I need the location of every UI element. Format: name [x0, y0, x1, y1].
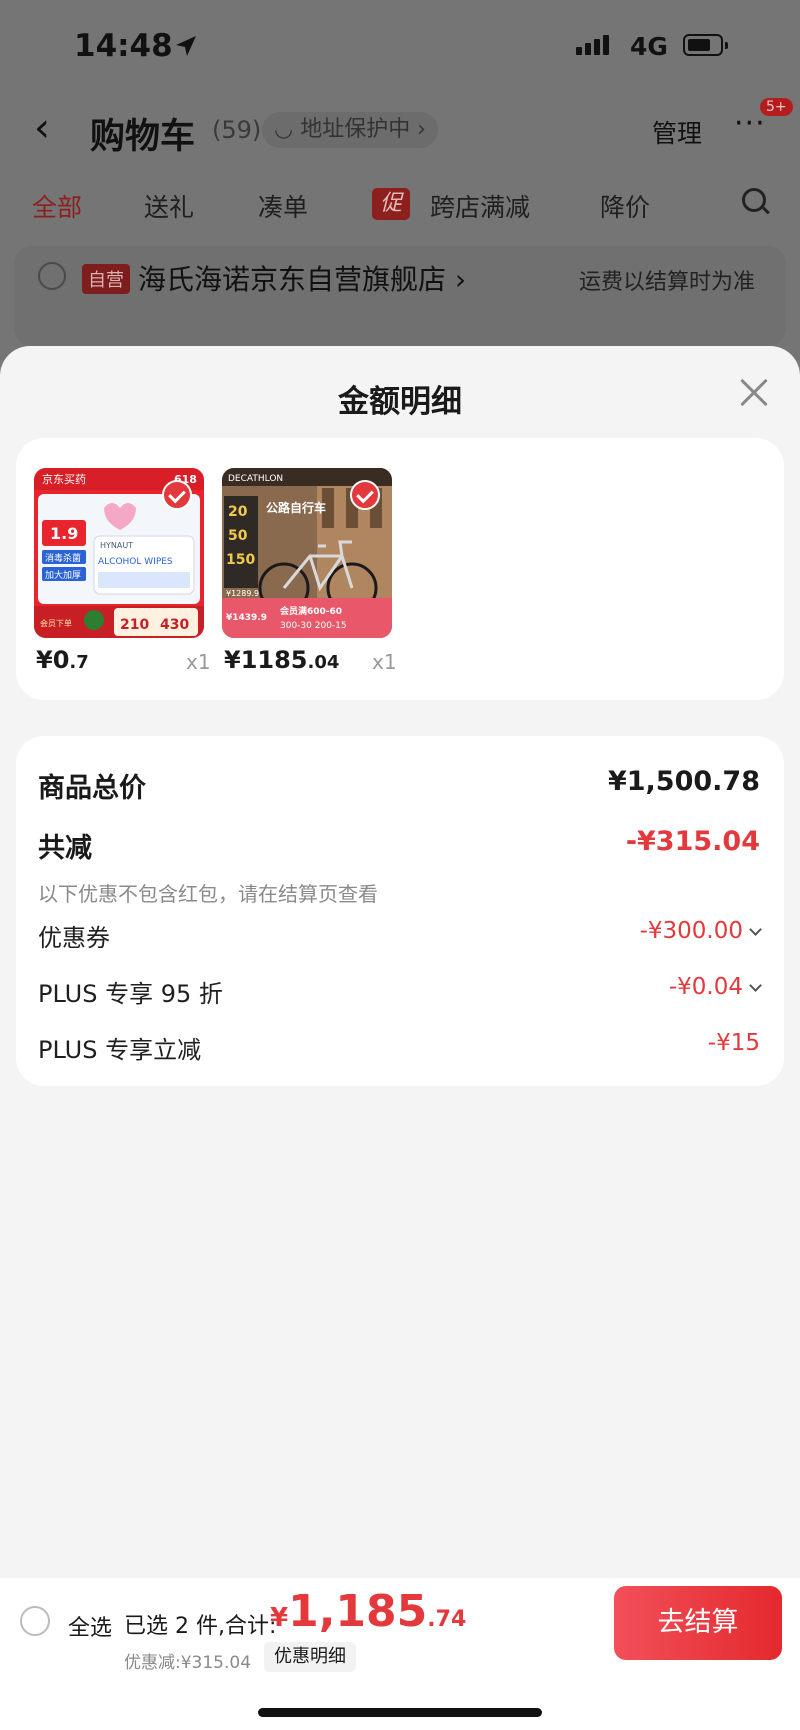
bike-brand-text: DECATHLON	[228, 474, 283, 484]
tab-price-drop[interactable]: 降价	[600, 188, 650, 224]
plus-instant-value: -¥15	[707, 1030, 760, 1056]
bike-stat-1: 20	[228, 504, 248, 520]
plus-95-amount: -¥0.04	[668, 974, 743, 1000]
cart-tabs: 全部 送礼 凑单 促 跨店满减 降价	[0, 188, 800, 228]
coupon-value: -¥300.00	[639, 918, 762, 944]
store-card: 自营 海氏海诺京东自营旗舰店 › 运费以结算时为准	[14, 246, 786, 346]
item-checked-icon[interactable]	[350, 480, 380, 510]
tab-cross-store[interactable]: 跨店满减	[430, 188, 530, 224]
total-amount: ¥1,185.74	[270, 1586, 466, 1637]
total-integer: 1,185	[288, 1586, 428, 1637]
location-arrow-icon	[176, 36, 196, 56]
price-breakdown-card: 商品总价 ¥1,500.78 共减 -¥315.04 以下优惠不包含红包，请在结…	[16, 736, 784, 1086]
store-select-radio[interactable]	[38, 262, 66, 290]
bike-promo-text-2: 300-30 200-15	[280, 621, 347, 631]
selected-summary: 已选 2 件,合计:	[124, 1614, 277, 1639]
reduction-note: 以下优惠不包含红包，请在结算页查看	[38, 882, 378, 906]
checkout-button[interactable]: 去结算	[614, 1586, 782, 1660]
signal-icon	[576, 35, 609, 55]
cart-count: (59)	[212, 116, 262, 144]
plus-instant-label: PLUS 专享立减	[38, 1036, 202, 1064]
select-all-label[interactable]: 全选	[68, 1610, 112, 1642]
bike-stat-2: 50	[228, 528, 248, 544]
item-quantity: x1	[186, 650, 211, 674]
checkout-bar: 全选 已选 2 件,合计: ¥1,185.74 优惠减:¥315.04 优惠明细…	[0, 1578, 800, 1730]
wipes-badge-2: 加大加厚	[45, 569, 81, 581]
tab-all[interactable]: 全部	[32, 188, 82, 224]
item-price: ¥1185.04	[224, 646, 339, 674]
background-page: 14:48 4G ‹ 购物车 (59) ◡ 地址保护中 › 管理 ··· 5+ …	[0, 0, 800, 360]
store-name[interactable]: 海氏海诺京东自营旗舰店 ›	[138, 258, 466, 298]
saved-amount: 优惠减:¥315.04	[124, 1653, 252, 1673]
address-protection-pill[interactable]: ◡ 地址保护中 ›	[262, 112, 438, 148]
item-price-decimal: .7	[69, 652, 89, 673]
wipes-promo-label: 会员下单	[40, 618, 72, 628]
page-title: 购物车	[90, 117, 196, 157]
total-currency: ¥	[270, 1603, 289, 1633]
wipes-price-tag: 1.9	[50, 524, 78, 543]
status-time: 14:48	[74, 28, 173, 64]
coupon-label: 优惠券	[38, 924, 110, 952]
shipping-note: 运费以结算时为准	[579, 270, 756, 295]
wipes-product-text: ALCOHOL WIPES	[98, 557, 173, 567]
tab-gift[interactable]: 送礼	[144, 188, 194, 224]
close-icon[interactable]	[736, 376, 770, 410]
manage-button[interactable]: 管理	[652, 114, 702, 150]
wipes-logo-text: 京东买药	[42, 472, 86, 486]
status-bar: 14:48 4G	[0, 22, 800, 72]
home-indicator	[258, 1708, 542, 1717]
item-price-decimal: .04	[307, 652, 340, 673]
chevron-down-icon[interactable]	[749, 979, 762, 992]
coupon-amount: -¥300.00	[639, 918, 743, 944]
item-quantity: x1	[372, 650, 397, 674]
plus-95-label: PLUS 专享 95 折	[38, 980, 223, 1008]
battery-icon	[683, 34, 728, 56]
total-reduction-value: -¥315.04	[625, 826, 760, 857]
wipes-promo-2: 430	[160, 617, 189, 633]
tab-bundle[interactable]: 凑单	[258, 188, 308, 224]
back-icon[interactable]: ‹	[34, 108, 50, 148]
discount-detail-button[interactable]: 优惠明细	[264, 1642, 356, 1672]
cart-header: ‹ 购物车 (59) ◡ 地址保护中 › 管理 ··· 5+	[0, 98, 800, 160]
bike-price-1: ¥1289.9	[226, 589, 259, 598]
amount-detail-sheet: 金额明细 京东买药 618 1.9 消毒杀菌 加大加厚 HYNAUT ALCOH…	[0, 346, 800, 1578]
total-decimal: .74	[427, 1607, 467, 1632]
sheet-title: 金额明细	[338, 384, 462, 420]
wipes-badge-1: 消毒杀菌	[45, 552, 81, 564]
bike-promo-text: 会员满600-60	[280, 605, 342, 617]
product-image-wipes[interactable]: 京东买药 618 1.9 消毒杀菌 加大加厚 HYNAUT ALCOHOL WI…	[34, 468, 204, 638]
item-price: ¥0.7	[36, 646, 89, 674]
bike-price-2: ¥1439.9	[226, 613, 267, 623]
product-image-bicycle[interactable]: DECATHLON 公路自行车 20 50 150 ¥1289.9 ¥1439.…	[222, 468, 392, 638]
item-price-main: ¥0	[36, 646, 70, 674]
chevron-down-icon[interactable]	[749, 923, 762, 936]
search-icon[interactable]	[742, 188, 766, 212]
total-reduction-label: 共减	[38, 833, 92, 864]
more-badge: 5+	[760, 98, 793, 116]
network-type: 4G	[630, 32, 668, 61]
wipes-promo-1: 210	[120, 617, 149, 633]
self-operated-tag: 自营	[82, 264, 130, 294]
goods-total-value: ¥1,500.78	[607, 766, 760, 797]
plus-95-value: -¥0.04	[668, 974, 762, 1000]
promo-tag-icon: 促	[372, 188, 410, 220]
goods-total-label: 商品总价	[38, 773, 146, 804]
item-checked-icon[interactable]	[162, 480, 192, 510]
bike-title-text: 公路自行车	[266, 500, 326, 515]
bike-stat-3: 150	[226, 552, 255, 568]
selected-items-card: 京东买药 618 1.9 消毒杀菌 加大加厚 HYNAUT ALCOHOL WI…	[16, 438, 784, 700]
item-price-main: ¥1185	[224, 646, 308, 674]
wipes-brand-text: HYNAUT	[100, 541, 133, 550]
select-all-radio[interactable]	[20, 1606, 50, 1636]
